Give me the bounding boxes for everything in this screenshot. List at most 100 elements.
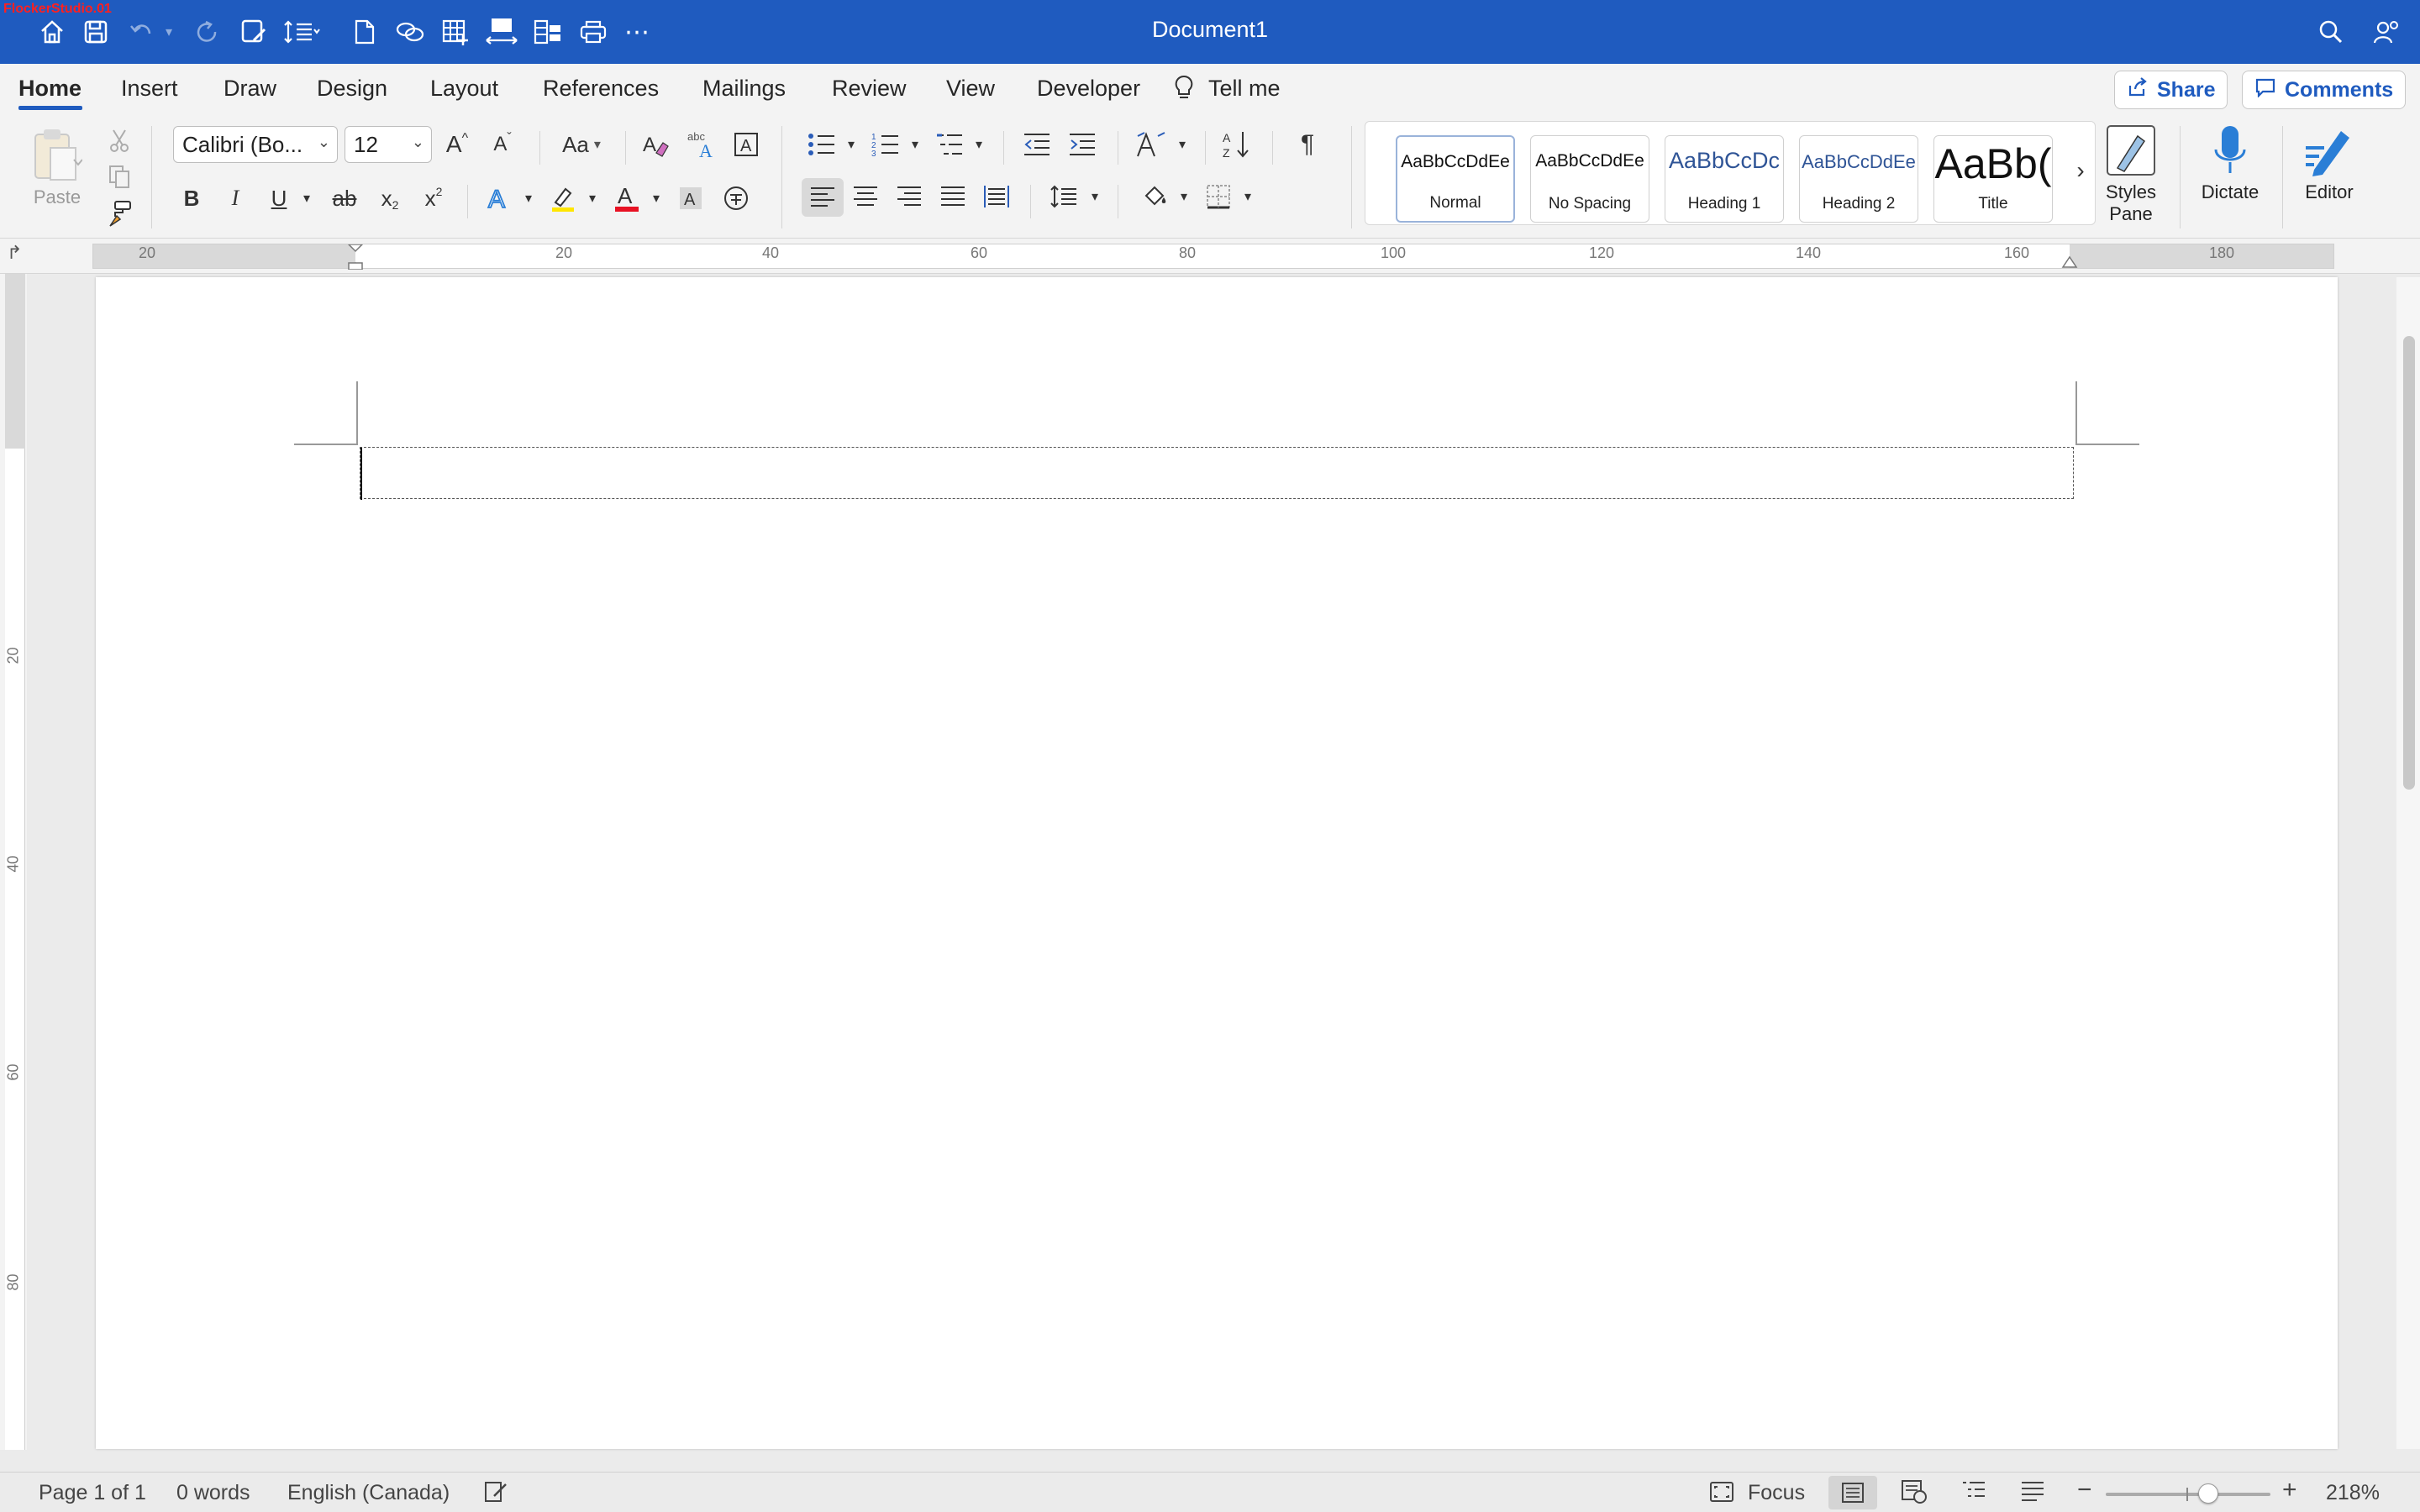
shading-dropdown-icon[interactable]: ▾ — [1175, 180, 1193, 213]
underline-dropdown-icon[interactable]: ▾ — [297, 181, 316, 215]
text-effects-abc-icon[interactable]: abc A — [682, 128, 719, 161]
share-button[interactable]: Share — [2114, 71, 2228, 109]
vertical-scrollbar[interactable] — [2396, 277, 2420, 1449]
outline-view-icon[interactable] — [1961, 1479, 1986, 1509]
tell-me-search[interactable]: Tell me — [1208, 76, 1281, 102]
bold-button[interactable]: B — [175, 181, 208, 215]
text-area[interactable] — [360, 447, 2074, 500]
zoom-in-button[interactable]: + — [2282, 1476, 2297, 1504]
undo-dropdown-icon[interactable]: ▾ — [160, 12, 178, 52]
font-color-icon[interactable]: A — [608, 181, 645, 215]
copy-icon[interactable] — [104, 161, 134, 192]
cut-icon[interactable] — [104, 126, 134, 156]
account-icon[interactable] — [2368, 12, 2405, 52]
paste-button[interactable] — [22, 126, 91, 185]
word-count[interactable]: 0 words — [176, 1481, 250, 1505]
styles-pane-button[interactable]: Styles Pane — [2081, 123, 2181, 225]
editor-button[interactable]: Editor — [2279, 123, 2380, 203]
right-indent-marker[interactable] — [2061, 255, 2078, 268]
lightbulb-icon[interactable] — [1173, 74, 1195, 107]
document-page[interactable] — [96, 277, 2338, 1449]
line-spacing-icon[interactable] — [281, 12, 323, 52]
dictate-button[interactable]: Dictate — [2180, 123, 2281, 203]
draft-view-icon[interactable] — [2020, 1479, 2045, 1509]
text-effects-icon[interactable]: A — [481, 181, 518, 215]
home-icon[interactable] — [34, 12, 71, 52]
superscript-button[interactable]: x2 — [417, 181, 450, 215]
numbering-dropdown-icon[interactable]: ▾ — [906, 128, 924, 161]
print-icon[interactable] — [575, 12, 612, 52]
page-width-icon[interactable] — [482, 12, 521, 52]
show-formatting-icon[interactable]: ¶ — [1289, 128, 1326, 161]
style-title[interactable]: AaBb( Title — [1933, 135, 2053, 223]
tab-developer[interactable]: Developer — [1037, 76, 1140, 102]
sort-icon[interactable]: AZ — [1218, 128, 1255, 161]
comments-button[interactable]: Comments — [2242, 71, 2407, 109]
font-size-combo[interactable]: 12 ⌄ — [345, 126, 432, 163]
focus-icon[interactable] — [1709, 1481, 1734, 1509]
borders-icon[interactable] — [1200, 180, 1237, 213]
tab-mailings[interactable]: Mailings — [702, 76, 786, 102]
redo-icon[interactable] — [190, 12, 224, 52]
highlight-dropdown-icon[interactable]: ▾ — [583, 181, 602, 215]
numbering-icon[interactable]: 123 — [867, 128, 904, 161]
justify-icon[interactable] — [934, 180, 971, 213]
line-spacing-dropdown-icon[interactable]: ▾ — [1086, 180, 1104, 213]
save-as-icon[interactable] — [235, 12, 272, 52]
style-no-spacing[interactable]: AaBbCcDdEe No Spacing — [1530, 135, 1649, 223]
search-icon[interactable] — [2312, 12, 2349, 52]
focus-mode[interactable]: Focus — [1748, 1481, 1805, 1505]
strikethrough-button[interactable]: ab — [326, 181, 363, 215]
subscript-button[interactable]: x2 — [373, 181, 407, 215]
borders-dropdown-icon[interactable]: ▾ — [1239, 180, 1257, 213]
save-icon[interactable] — [77, 12, 114, 52]
zoom-slider-thumb[interactable] — [2197, 1483, 2218, 1504]
decrease-indent-icon[interactable] — [1018, 128, 1055, 161]
language[interactable]: English (Canada) — [287, 1481, 450, 1505]
tab-home[interactable]: Home — [18, 76, 82, 102]
font-name-combo[interactable]: Calibri (Bo... ⌄ — [173, 126, 338, 163]
web-layout-icon[interactable] — [1901, 1479, 1928, 1510]
align-left-icon[interactable] — [802, 178, 844, 217]
text-direction-icon[interactable] — [1131, 128, 1173, 161]
shading-icon[interactable] — [1136, 180, 1173, 213]
tab-design[interactable]: Design — [317, 76, 387, 102]
zoom-level[interactable]: 218% — [2326, 1481, 2380, 1505]
text-effects-dropdown-icon[interactable]: ▾ — [519, 181, 538, 215]
tab-references[interactable]: References — [543, 76, 659, 102]
clear-formatting-icon[interactable]: A — [637, 128, 674, 161]
print-layout-icon[interactable] — [1828, 1476, 1877, 1509]
undo-icon[interactable] — [124, 12, 158, 52]
line-paragraph-spacing-icon[interactable] — [1045, 180, 1082, 213]
multilevel-list-icon[interactable] — [931, 128, 968, 161]
character-shading-icon[interactable]: A — [672, 181, 709, 215]
align-right-icon[interactable] — [891, 180, 928, 213]
tab-review[interactable]: Review — [832, 76, 907, 102]
shrink-font-button[interactable]: Aˇ — [484, 128, 521, 161]
tab-layout[interactable]: Layout — [430, 76, 498, 102]
zoom-out-button[interactable]: − — [2077, 1476, 2092, 1504]
distributed-icon[interactable] — [978, 180, 1015, 213]
font-color-dropdown-icon[interactable]: ▾ — [647, 181, 666, 215]
style-heading-1[interactable]: AaBbCcDc Heading 1 — [1665, 135, 1784, 223]
style-normal[interactable]: AaBbCcDdEe Normal — [1396, 135, 1515, 223]
underline-button[interactable]: U — [262, 181, 296, 215]
highlight-color-icon[interactable] — [544, 181, 581, 215]
page-count[interactable]: Page 1 of 1 — [39, 1481, 146, 1505]
tab-draw[interactable]: Draw — [224, 76, 276, 102]
tab-view[interactable]: View — [946, 76, 995, 102]
track-changes-icon[interactable] — [482, 1479, 509, 1510]
zoom-slider[interactable] — [2106, 1483, 2270, 1504]
new-document-icon[interactable] — [348, 12, 381, 52]
grow-font-button[interactable]: A ^ — [439, 128, 476, 161]
link-icon[interactable] — [392, 12, 429, 52]
increase-indent-icon[interactable] — [1064, 128, 1101, 161]
tab-selector-icon[interactable]: ↱ — [7, 242, 22, 264]
table-layout-icon[interactable] — [529, 12, 566, 52]
format-painter-icon[interactable] — [104, 197, 134, 230]
more-commands-icon[interactable]: ⋯ — [620, 12, 654, 52]
bullets-icon[interactable] — [803, 128, 840, 161]
enclose-characters-icon[interactable] — [718, 181, 755, 215]
multilevel-dropdown-icon[interactable]: ▾ — [970, 128, 988, 161]
tab-insert[interactable]: Insert — [121, 76, 178, 102]
